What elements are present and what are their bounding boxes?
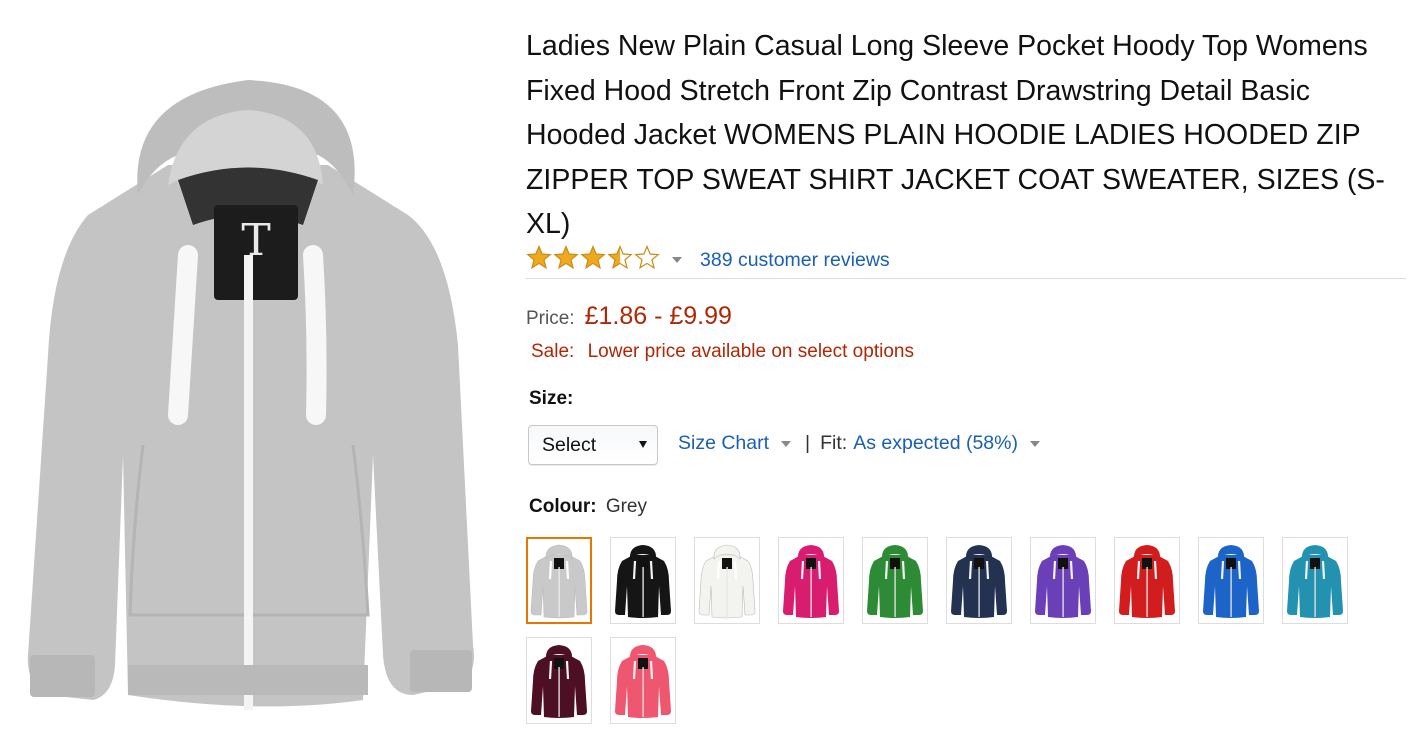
hoodie-thumbnail-icon	[698, 544, 756, 618]
price-label: Price:	[526, 308, 575, 329]
dropdown-arrow-icon	[639, 441, 647, 448]
colour-swatch[interactable]	[1198, 537, 1264, 624]
product-image[interactable]: T	[18, 55, 483, 725]
sale-label: Sale:	[531, 341, 575, 362]
hoodie-image: T	[27, 80, 474, 710]
colour-swatch[interactable]	[1282, 537, 1348, 624]
colour-swatch[interactable]	[862, 537, 928, 624]
colour-row: Colour: Grey	[529, 496, 647, 518]
size-chart-row: Size Chart | Fit: As expected (58%)	[678, 432, 1040, 455]
star-icon	[553, 244, 579, 275]
colour-label: Colour:	[529, 496, 597, 517]
colour-swatch[interactable]	[1030, 537, 1096, 624]
hoodie-thumbnail-icon	[783, 544, 839, 618]
colour-swatch[interactable]	[610, 637, 676, 724]
star-rating[interactable]	[526, 244, 660, 275]
star-icon	[607, 244, 633, 275]
fit-value-link[interactable]: As expected (58%)	[853, 432, 1018, 455]
fit-label: Fit:	[820, 432, 848, 454]
chevron-down-icon[interactable]	[1029, 440, 1040, 447]
size-heading: Size:	[529, 388, 574, 409]
hoodie-thumbnail-icon	[615, 544, 671, 618]
price-value: £1.86 - £9.99	[584, 302, 732, 330]
colour-swatch[interactable]	[778, 537, 844, 624]
sale-row: Sale: Lower price available on select op…	[531, 341, 914, 363]
star-icon	[526, 244, 552, 275]
colour-swatch[interactable]	[610, 537, 676, 624]
hoodie-thumbnail-icon	[1203, 544, 1259, 618]
product-title: Ladies New Plain Casual Long Sleeve Pock…	[526, 30, 1385, 240]
divider	[526, 278, 1406, 279]
star-icon	[580, 244, 606, 275]
chevron-down-icon[interactable]	[672, 257, 682, 263]
hoodie-thumbnail-icon	[531, 644, 587, 718]
rating-row: 389 customer reviews	[526, 244, 890, 275]
chevron-down-icon[interactable]	[781, 440, 792, 447]
hoodie-thumbnail-icon	[1119, 544, 1175, 618]
hoodie-thumbnail-icon	[530, 544, 588, 618]
colour-selected-value: Grey	[605, 496, 648, 517]
colour-swatch[interactable]	[694, 537, 760, 624]
size-select-value: Select	[542, 433, 597, 456]
star-icon	[634, 244, 660, 275]
customer-reviews-link[interactable]: 389 customer reviews	[700, 249, 890, 272]
sale-text: Lower price available on select options	[587, 341, 914, 362]
colour-swatch[interactable]	[526, 637, 592, 724]
hoodie-thumbnail-icon	[951, 544, 1007, 618]
colour-swatch[interactable]	[526, 537, 592, 624]
hoodie-thumbnail-icon	[1035, 544, 1091, 618]
hoodie-thumbnail-icon	[1287, 544, 1343, 618]
separator: |	[805, 432, 811, 454]
hoodie-thumbnail-icon	[615, 644, 671, 718]
colour-swatch[interactable]	[1114, 537, 1180, 624]
size-chart-link[interactable]: Size Chart	[678, 432, 769, 455]
price-row: Price: £1.86 - £9.99	[526, 302, 732, 331]
size-select[interactable]: Select	[528, 425, 658, 465]
colour-swatch[interactable]	[946, 537, 1012, 624]
hoodie-thumbnail-icon	[867, 544, 923, 618]
